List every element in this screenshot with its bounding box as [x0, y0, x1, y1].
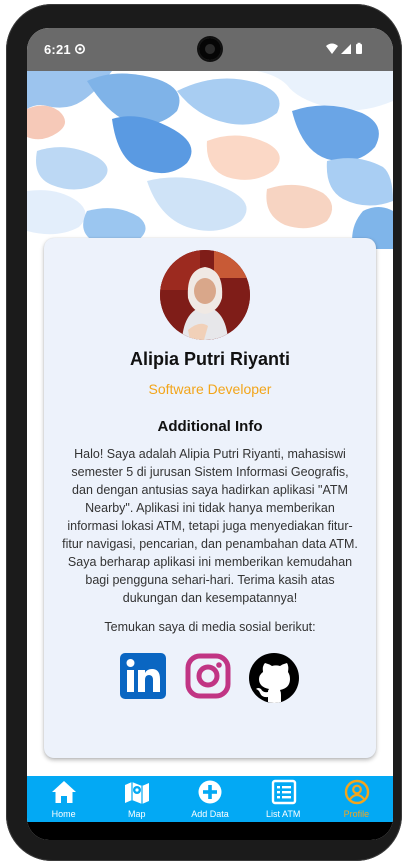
- list-icon: [271, 779, 296, 805]
- battery-icon: [356, 44, 362, 54]
- nav-label-map: Map: [128, 809, 146, 819]
- profile-avatar: [160, 250, 250, 340]
- nav-label-list-atm: List ATM: [265, 809, 301, 819]
- profile-icon: [344, 779, 370, 805]
- profile-bio: Halo! Saya adalah Alipia Putri Riyanti, …: [62, 447, 358, 605]
- nav-item-home[interactable]: Home: [27, 776, 100, 822]
- instagram-icon: [185, 653, 231, 699]
- settings-gear-icon: [75, 44, 85, 54]
- system-gesture-bar: [27, 822, 393, 840]
- status-bar: 6:21: [27, 28, 393, 71]
- nav-item-map[interactable]: Map: [100, 776, 173, 822]
- profile-card: Alipia Putri Riyanti Software Developer …: [44, 238, 376, 758]
- app-screen: 6:21 Alipia Putri Riyanti Software Devel…: [27, 28, 393, 840]
- nav-label-profile: Profile: [343, 809, 370, 819]
- profile-name: Alipia Putri Riyanti: [129, 349, 291, 369]
- linkedin-icon: [120, 653, 166, 699]
- home-icon: [52, 781, 77, 803]
- additional-info-heading: Additional Info: [157, 418, 263, 435]
- status-time: 6:21: [44, 42, 71, 57]
- instagram-link[interactable]: [184, 652, 234, 702]
- nav-label-add-data: Add Data: [191, 809, 229, 819]
- status-icons: [326, 42, 362, 54]
- wifi-icon: [326, 43, 338, 54]
- header-sky-illustration: [27, 71, 393, 249]
- profile-role: Software Developer: [148, 381, 272, 397]
- nav-item-add-data[interactable]: Add Data: [173, 776, 246, 822]
- front-camera: [199, 38, 221, 60]
- signal-icon: [341, 44, 351, 54]
- map-icon: [125, 782, 150, 804]
- phone-frame: 6:21 Alipia Putri Riyanti Software Devel…: [6, 4, 402, 861]
- nav-item-profile[interactable]: Profile: [320, 776, 393, 822]
- main-content: Alipia Putri Riyanti Software Developer …: [27, 238, 393, 776]
- nav-item-list-atm[interactable]: List ATM: [247, 776, 320, 822]
- add-circle-icon: [198, 780, 222, 804]
- nav-label-home: Home: [51, 809, 76, 819]
- github-link[interactable]: [248, 652, 299, 703]
- social-links: [119, 652, 303, 703]
- social-prompt: Temukan saya di media sosial berikut:: [104, 620, 316, 634]
- bottom-navigation: Home Map Add Data List ATM Profile: [27, 776, 393, 822]
- linkedin-link[interactable]: [119, 652, 169, 702]
- github-icon: [249, 653, 299, 703]
